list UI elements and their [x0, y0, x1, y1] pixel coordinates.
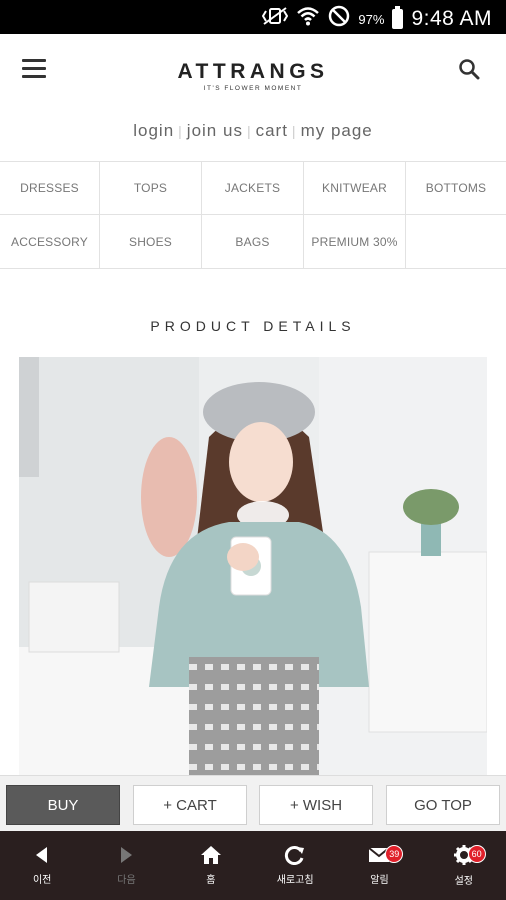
site-logo[interactable]: ATTRANGS IT'S FLOWER MOMENT: [0, 60, 506, 92]
home-icon: [200, 846, 221, 864]
join-link[interactable]: join us: [183, 121, 247, 140]
nav-home-label: 홈: [206, 875, 216, 886]
go-top-button[interactable]: GO TOP: [386, 785, 500, 825]
forward-icon: [121, 847, 133, 863]
category-shoes[interactable]: SHOES: [100, 215, 202, 268]
nav-settings[interactable]: 60 설정: [422, 831, 506, 900]
nav-back[interactable]: 이전: [0, 831, 84, 900]
nav-notifications[interactable]: 39 알림: [337, 831, 421, 900]
add-to-cart-button[interactable]: + CART: [133, 785, 247, 825]
category-bags[interactable]: BAGS: [202, 215, 304, 268]
category-tops[interactable]: TOPS: [100, 162, 202, 215]
wifi-icon: [296, 6, 320, 32]
site-header: ATTRANGS IT'S FLOWER MOMENT: [0, 34, 506, 110]
do-not-disturb-icon: [328, 5, 350, 33]
add-to-wish-button[interactable]: + WISH: [259, 785, 373, 825]
category-grid: DRESSES TOPS JACKETS KNITWEAR BOTTOMS AC…: [0, 161, 506, 269]
nav-forward[interactable]: 다음: [84, 831, 168, 900]
notification-badge: 39: [385, 845, 404, 863]
nav-notifications-label: 알림: [370, 875, 389, 886]
nav-refresh-label: 새로고침: [276, 875, 314, 886]
product-action-bar: BUY + CART + WISH GO TOP: [0, 775, 506, 831]
category-empty: [406, 215, 506, 268]
login-link[interactable]: login: [129, 121, 178, 140]
bottom-nav: 이전 다음 홈 새로고침 39 알림 60 설정: [0, 831, 506, 900]
nav-back-label: 이전: [32, 875, 52, 886]
nav-forward-label: 다음: [117, 875, 136, 886]
category-dresses[interactable]: DRESSES: [0, 162, 100, 215]
refresh-icon: [285, 846, 305, 865]
mypage-link[interactable]: my page: [297, 121, 377, 140]
product-photo: [19, 357, 487, 775]
search-icon[interactable]: [458, 58, 480, 80]
settings-badge: 60: [467, 845, 486, 863]
logo-text: ATTRANGS: [177, 60, 329, 83]
logo-tagline: IT'S FLOWER MOMENT: [203, 85, 303, 92]
category-accessory[interactable]: ACCESSORY: [0, 215, 100, 268]
nav-settings-label: 설정: [454, 876, 473, 887]
category-premium[interactable]: PREMIUM 30%: [304, 215, 406, 268]
cart-link[interactable]: cart: [252, 121, 292, 140]
account-links: login | join us | cart | my page: [0, 121, 506, 141]
section-title: PRODUCT DETAILS: [150, 318, 356, 334]
vibrate-icon: [262, 7, 289, 31]
nav-refresh[interactable]: 새로고침: [253, 831, 337, 900]
category-knitwear[interactable]: KNITWEAR: [304, 162, 406, 215]
buy-button[interactable]: BUY: [6, 785, 120, 825]
category-jackets[interactable]: JACKETS: [202, 162, 304, 215]
nav-home[interactable]: 홈: [169, 831, 253, 900]
category-bottoms[interactable]: BOTTOMS: [406, 162, 506, 215]
back-icon: [36, 847, 48, 863]
battery-percent: 97%: [358, 11, 385, 27]
status-time: 9:48 AM: [411, 7, 492, 30]
battery-icon: [392, 6, 404, 29]
status-bar: 97% 9:48 AM: [0, 0, 506, 34]
